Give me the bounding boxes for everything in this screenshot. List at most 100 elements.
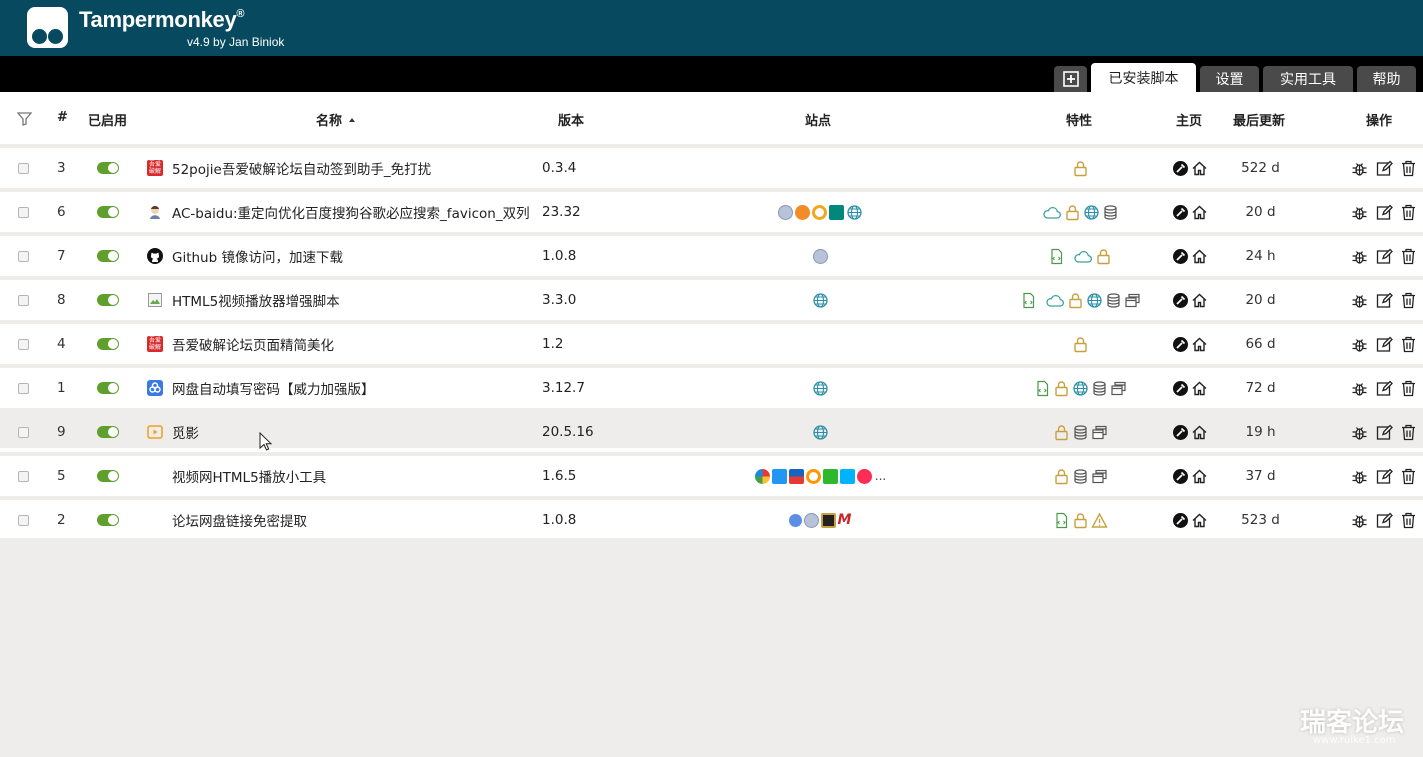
script-name-link[interactable]: AC-baidu:重定向优化百度搜狗谷歌必应搜索_favicon_双列 xyxy=(172,202,530,222)
edit-icon[interactable] xyxy=(1376,204,1393,221)
col-name[interactable]: 名称 xyxy=(316,110,356,129)
table-row[interactable]: 5 视频网HTML5播放小工具 1.6.5 ... 37 d xyxy=(0,452,1423,492)
edit-icon[interactable] xyxy=(1376,512,1393,529)
tools-icon[interactable] xyxy=(1172,204,1189,221)
bug-icon[interactable] xyxy=(1351,424,1368,441)
row-select-checkbox[interactable] xyxy=(18,338,29,350)
tools-icon[interactable] xyxy=(1172,336,1189,353)
script-number: 2 xyxy=(57,512,66,528)
home-icon[interactable] xyxy=(1191,424,1208,441)
table-row[interactable]: 1 网盘自动填写密码【威力加强版】 3.12.7 72 d xyxy=(0,364,1423,404)
edit-icon[interactable] xyxy=(1376,160,1393,177)
table-row[interactable]: 8 HTML5视频播放器增强脚本 3.3.0 20 d xyxy=(0,276,1423,316)
script-name-link[interactable]: 视频网HTML5播放小工具 xyxy=(172,466,326,486)
home-icon[interactable] xyxy=(1191,204,1208,221)
table-row[interactable]: 3 吾爱 破解 52pojie吾爱破解论坛自动签到助手_免打扰 0.3.4 522… xyxy=(0,144,1423,184)
tab-utilities[interactable]: 实用工具 xyxy=(1263,66,1353,92)
edit-icon[interactable] xyxy=(1376,336,1393,353)
home-icon[interactable] xyxy=(1191,512,1208,529)
enabled-toggle[interactable] xyxy=(97,426,119,438)
script-name-link[interactable]: 论坛网盘链接免密提取 xyxy=(172,510,307,530)
site-icon-baidu-pan xyxy=(788,513,802,527)
bug-icon[interactable] xyxy=(1351,160,1368,177)
table-row[interactable]: 6 AC-baidu:重定向优化百度搜狗谷歌必应搜索_favicon_双列 23… xyxy=(0,188,1423,228)
tab-installed-scripts[interactable]: 已安装脚本 xyxy=(1091,63,1196,92)
col-enabled[interactable]: 已启用 xyxy=(88,110,127,129)
row-select-checkbox[interactable] xyxy=(18,294,29,306)
trash-icon[interactable] xyxy=(1401,512,1416,529)
enabled-toggle[interactable] xyxy=(97,250,119,262)
trash-icon[interactable] xyxy=(1401,468,1416,485)
bug-icon[interactable] xyxy=(1351,292,1368,309)
script-name-link[interactable]: 52pojie吾爱破解论坛自动签到助手_免打扰 xyxy=(172,158,431,178)
tools-icon[interactable] xyxy=(1172,380,1189,397)
edit-icon[interactable] xyxy=(1376,248,1393,265)
tools-icon[interactable] xyxy=(1172,292,1189,309)
lock-icon xyxy=(1097,248,1110,264)
tools-icon[interactable] xyxy=(1172,512,1189,529)
home-icon[interactable] xyxy=(1191,380,1208,397)
tab-settings[interactable]: 设置 xyxy=(1200,66,1259,92)
table-row[interactable]: 2 论坛网盘链接免密提取 1.0.8 M 523 d xyxy=(0,496,1423,536)
trash-icon[interactable] xyxy=(1401,248,1416,265)
row-select-checkbox[interactable] xyxy=(18,162,29,174)
edit-icon[interactable] xyxy=(1376,380,1393,397)
bug-icon[interactable] xyxy=(1351,380,1368,397)
home-icon[interactable] xyxy=(1191,468,1208,485)
row-select-checkbox[interactable] xyxy=(18,470,29,482)
table-row[interactable]: 7 Github 镜像访问，加速下载 1.0.8 24 h xyxy=(0,232,1423,272)
bug-icon[interactable] xyxy=(1351,248,1368,265)
script-version: 3.3.0 xyxy=(542,292,577,308)
enabled-toggle[interactable] xyxy=(97,514,119,526)
edit-icon[interactable] xyxy=(1376,424,1393,441)
enabled-toggle[interactable] xyxy=(97,338,119,350)
tab-help[interactable]: 帮助 xyxy=(1357,66,1416,92)
enabled-toggle[interactable] xyxy=(97,470,119,482)
bug-icon[interactable] xyxy=(1351,468,1368,485)
tools-icon[interactable] xyxy=(1172,424,1189,441)
trash-icon[interactable] xyxy=(1401,204,1416,221)
tools-icon[interactable] xyxy=(1172,468,1189,485)
row-select-checkbox[interactable] xyxy=(18,382,29,394)
trash-icon[interactable] xyxy=(1401,380,1416,397)
bug-icon[interactable] xyxy=(1351,512,1368,529)
script-name-link[interactable]: HTML5视频播放器增强脚本 xyxy=(172,290,340,310)
trash-icon[interactable] xyxy=(1401,424,1416,441)
script-name-link[interactable]: 网盘自动填写密码【威力加强版】 xyxy=(172,378,375,398)
bug-icon[interactable] xyxy=(1351,204,1368,221)
row-select-checkbox[interactable] xyxy=(18,250,29,262)
tools-icon[interactable] xyxy=(1172,160,1189,177)
row-select-checkbox[interactable] xyxy=(18,426,29,438)
trash-icon[interactable] xyxy=(1401,336,1416,353)
lock-icon xyxy=(1065,204,1079,220)
home-icon[interactable] xyxy=(1191,292,1208,309)
home-icon[interactable] xyxy=(1191,248,1208,265)
script-name-link[interactable]: 觅影 xyxy=(172,422,199,442)
trash-icon[interactable] xyxy=(1401,160,1416,177)
col-last-updated[interactable]: 最后更新 xyxy=(1233,110,1285,129)
row-select-checkbox[interactable] xyxy=(18,206,29,218)
bug-icon[interactable] xyxy=(1351,336,1368,353)
tools-icon[interactable] xyxy=(1172,248,1189,265)
enabled-toggle[interactable] xyxy=(97,206,119,218)
globe-icon xyxy=(1086,292,1102,308)
table-row[interactable]: 4 吾爱 破解 吾爱破解论坛页面精简美化 1.2 66 d xyxy=(0,320,1423,360)
site-icon-earth xyxy=(803,512,819,528)
script-name-link[interactable]: Github 镜像访问，加速下载 xyxy=(172,246,343,266)
col-actions: 操作 xyxy=(1366,114,1393,129)
filter-icon[interactable] xyxy=(17,112,32,126)
enabled-toggle[interactable] xyxy=(97,382,119,394)
home-icon[interactable] xyxy=(1191,336,1208,353)
col-version[interactable]: 版本 xyxy=(558,110,584,129)
trash-icon[interactable] xyxy=(1401,292,1416,309)
edit-icon[interactable] xyxy=(1376,468,1393,485)
table-row[interactable]: 9 觅影 20.5.16 19 h xyxy=(0,408,1423,448)
enabled-toggle[interactable] xyxy=(97,294,119,306)
script-name-link[interactable]: 吾爱破解论坛页面精简美化 xyxy=(172,334,334,354)
edit-icon[interactable] xyxy=(1376,292,1393,309)
home-icon[interactable] xyxy=(1191,160,1208,177)
app-header: Tampermonkey® v4.9 by Jan Biniok xyxy=(0,0,1423,56)
enabled-toggle[interactable] xyxy=(97,162,119,174)
tab-new-script[interactable] xyxy=(1054,66,1087,92)
row-select-checkbox[interactable] xyxy=(18,514,29,526)
